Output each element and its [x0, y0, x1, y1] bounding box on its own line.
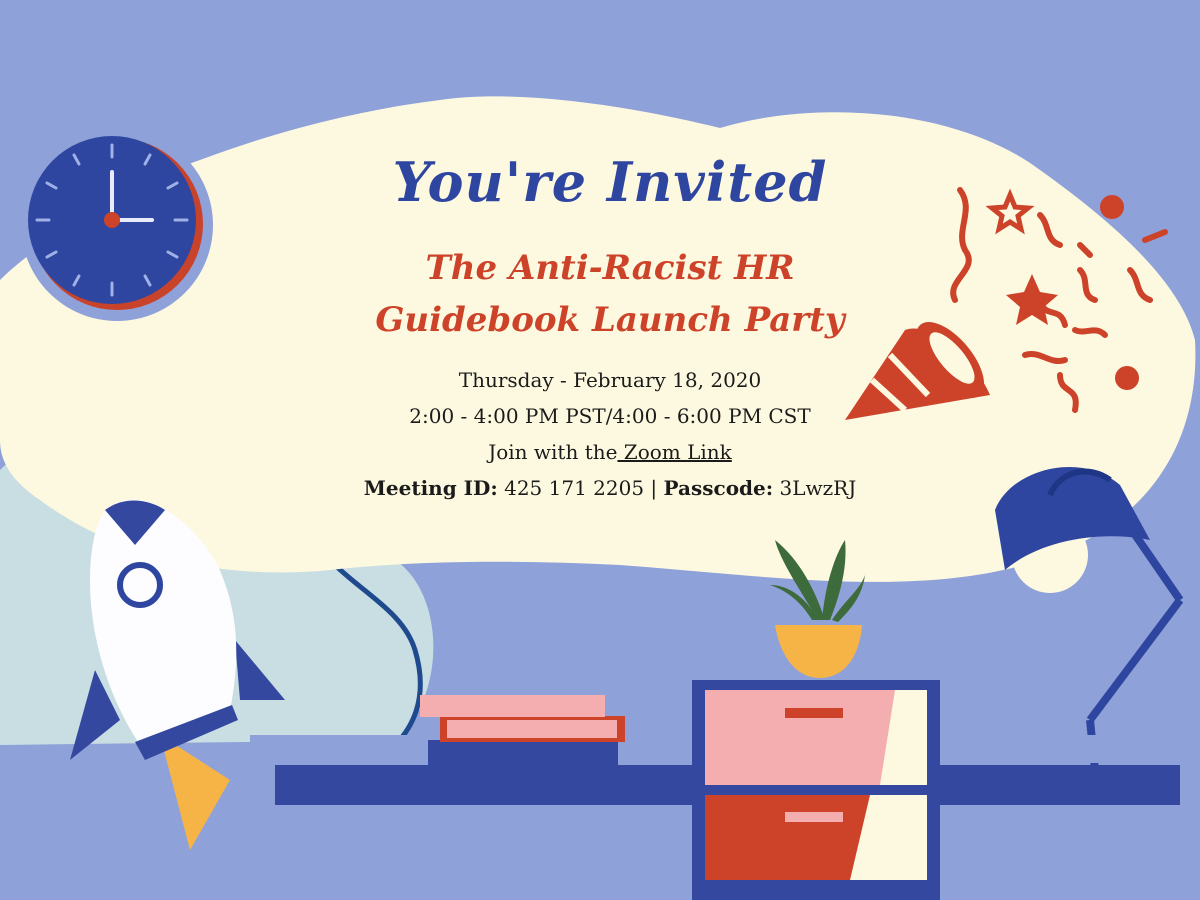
zoom-link[interactable]: Zoom Link [617, 440, 732, 464]
clock-icon [21, 129, 213, 321]
illustration-scene [0, 96, 1200, 900]
desk-lamp-icon [995, 466, 1184, 771]
book-stack-icon [420, 695, 625, 768]
drawer-cabinet-icon [692, 680, 940, 900]
